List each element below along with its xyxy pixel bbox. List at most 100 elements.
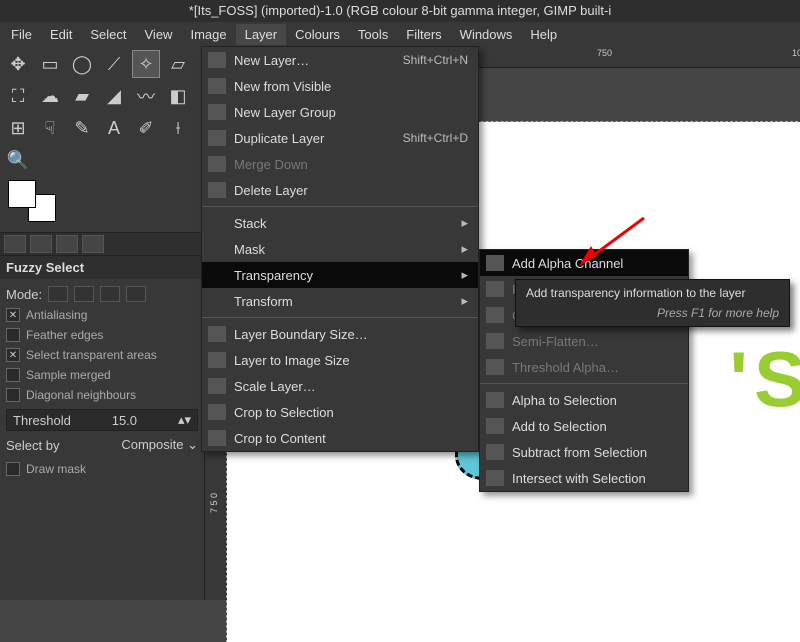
menu-colours[interactable]: Colours — [286, 24, 349, 45]
menu-new-layer-group[interactable]: New Layer Group — [202, 99, 478, 125]
dock-tab-3[interactable] — [56, 235, 78, 253]
tool-crop[interactable]: ▱ — [164, 50, 192, 78]
menu-intersect-selection[interactable]: Intersect with Selection — [480, 465, 688, 491]
tool-measure[interactable]: ⟊ — [164, 114, 192, 142]
tool-rect-select[interactable]: ▭ — [36, 50, 64, 78]
menu-alpha-to-selection[interactable]: Alpha to Selection — [480, 387, 688, 413]
draw-mask-check[interactable] — [6, 462, 20, 476]
tool-paintbrush[interactable]: 〰 — [132, 82, 160, 110]
dock-tab-4[interactable] — [82, 235, 104, 253]
menu-add-to-selection[interactable]: Add to Selection — [480, 413, 688, 439]
menu-windows[interactable]: Windows — [451, 24, 522, 45]
fg-colour[interactable] — [8, 180, 36, 208]
ruler-h-mark: 750 — [597, 48, 612, 58]
menu-crop-content[interactable]: Crop to Content — [202, 425, 478, 451]
tool-free-select[interactable]: ⟋ — [100, 50, 128, 78]
sample-merged-label: Sample merged — [26, 368, 111, 382]
tooltip-text: Add transparency information to the laye… — [526, 286, 779, 300]
menu-transform[interactable]: Transform▸ — [202, 288, 478, 314]
gegl-icon — [486, 307, 504, 323]
mode-replace[interactable] — [48, 286, 68, 302]
select-by-dropdown[interactable]: Composite ⌄ — [121, 437, 198, 453]
menu-crop-selection[interactable]: Crop to Selection — [202, 399, 478, 425]
tool-gradient[interactable]: ◢ — [100, 82, 128, 110]
threshold-label: Threshold — [13, 413, 71, 428]
tool-colour-picker[interactable]: ✐ — [132, 114, 160, 142]
tool-ellipse-select[interactable]: ◯ — [68, 50, 96, 78]
threshold-value[interactable]: 15.0 — [112, 413, 137, 428]
tool-path[interactable]: ✎ — [68, 114, 96, 142]
select-by-label: Select by — [6, 438, 59, 453]
tooltip-hint: Press F1 for more help — [526, 306, 779, 320]
ruler-v-mark: 7 5 0 — [209, 493, 219, 513]
menu-scale-layer[interactable]: Scale Layer… — [202, 373, 478, 399]
tool-text[interactable]: A — [100, 114, 128, 142]
duplicate-icon — [208, 130, 226, 146]
tool-warp[interactable]: ☁ — [36, 82, 64, 110]
layer-icon — [208, 78, 226, 94]
selection-add-icon — [486, 418, 504, 434]
dock-tab-1[interactable] — [4, 235, 26, 253]
tool-clone[interactable]: ⊞ — [4, 114, 32, 142]
menu-view[interactable]: View — [136, 24, 182, 45]
menu-select[interactable]: Select — [81, 24, 135, 45]
menu-merge-down: Merge Down — [202, 151, 478, 177]
ruler-h-mark: 1000 — [792, 48, 800, 58]
menu-image[interactable]: Image — [181, 24, 235, 45]
menu-file[interactable]: File — [2, 24, 41, 45]
dock-tabs — [0, 232, 204, 256]
toolbox: ✥ ▭ ◯ ⟋ ✧ ▱ ⛶ ☁ ▰ ◢ 〰 ◧ ⊞ ☟ ✎ A ✐ ⟊ — [0, 46, 204, 232]
antialias-check[interactable] — [6, 308, 20, 322]
menu-stack[interactable]: Stack▸ — [202, 210, 478, 236]
diag-neighbours-check[interactable] — [6, 388, 20, 402]
menu-layer-to-image[interactable]: Layer to Image Size — [202, 347, 478, 373]
menu-separator — [480, 383, 688, 384]
tool-move[interactable]: ✥ — [4, 50, 32, 78]
tooltip: Add transparency information to the laye… — [515, 279, 790, 327]
chevron-right-icon: ▸ — [461, 215, 468, 231]
menu-layer-boundary[interactable]: Layer Boundary Size… — [202, 321, 478, 347]
mode-add[interactable] — [74, 286, 94, 302]
layer-group-icon — [208, 104, 226, 120]
colour-swatches[interactable] — [8, 180, 56, 222]
menu-subtract-selection[interactable]: Subtract from Selection — [480, 439, 688, 465]
threshold-stepper-icon[interactable]: ▴▾ — [178, 412, 191, 428]
crop-icon — [208, 404, 226, 420]
diag-neighbours-label: Diagonal neighbours — [26, 388, 136, 402]
sel-trans-check[interactable] — [6, 348, 20, 362]
tool-transform[interactable]: ⛶ — [4, 82, 32, 110]
gegl-icon — [486, 359, 504, 375]
dock-tab-2[interactable] — [30, 235, 52, 253]
feather-check[interactable] — [6, 328, 20, 342]
chevron-right-icon: ▸ — [461, 241, 468, 257]
tool-bucket[interactable]: ▰ — [68, 82, 96, 110]
mode-intersect[interactable] — [126, 286, 146, 302]
image-text: 'S — [729, 334, 800, 425]
gegl-icon — [486, 333, 504, 349]
new-layer-icon — [208, 52, 226, 68]
menu-tools[interactable]: Tools — [349, 24, 397, 45]
menu-filters[interactable]: Filters — [397, 24, 450, 45]
menu-duplicate-layer[interactable]: Duplicate LayerShift+Ctrl+D — [202, 125, 478, 151]
menu-delete-layer[interactable]: Delete Layer — [202, 177, 478, 203]
sample-merged-check[interactable] — [6, 368, 20, 382]
checker-icon — [486, 255, 504, 271]
selection-icon — [486, 392, 504, 408]
scale-icon — [208, 378, 226, 394]
tool-fuzzy-select[interactable]: ✧ — [132, 50, 160, 78]
mode-subtract[interactable] — [100, 286, 120, 302]
menu-new-from-visible[interactable]: New from Visible — [202, 73, 478, 99]
draw-mask-label: Draw mask — [26, 462, 86, 476]
mode-label: Mode: — [6, 287, 42, 302]
menu-transparency[interactable]: Transparency▸ — [202, 262, 478, 288]
tool-zoom[interactable]: 🔍 — [4, 146, 32, 174]
menu-edit[interactable]: Edit — [41, 24, 81, 45]
tool-smudge[interactable]: ☟ — [36, 114, 64, 142]
selection-intersect-icon — [486, 470, 504, 486]
menu-help[interactable]: Help — [521, 24, 566, 45]
menu-new-layer[interactable]: New Layer…Shift+Ctrl+N — [202, 47, 478, 73]
menu-mask[interactable]: Mask▸ — [202, 236, 478, 262]
menu-layer[interactable]: Layer — [236, 24, 287, 45]
tool-eraser[interactable]: ◧ — [164, 82, 192, 110]
menu-add-alpha[interactable]: Add Alpha Channel — [480, 250, 688, 276]
